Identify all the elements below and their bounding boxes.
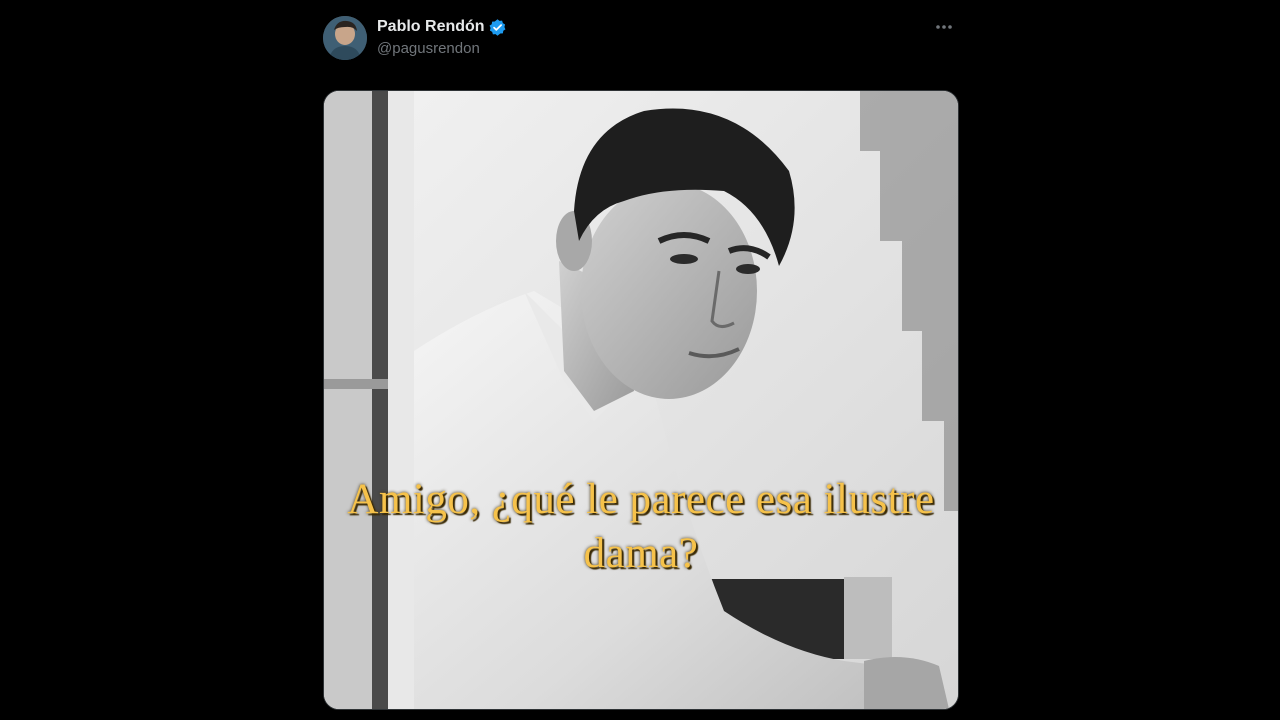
avatar-photo-icon bbox=[323, 16, 367, 60]
tweet: Pablo Rendón @pagusrendon Amigo, ¿qué le… bbox=[323, 14, 959, 720]
more-options-button[interactable] bbox=[931, 16, 957, 38]
author-display-name[interactable]: Pablo Rendón bbox=[377, 16, 485, 38]
tweet-header: Pablo Rendón @pagusrendon bbox=[323, 14, 957, 64]
photo-image bbox=[324, 91, 958, 709]
author-handle[interactable]: @pagusrendon bbox=[377, 38, 507, 60]
author-avatar[interactable] bbox=[323, 16, 367, 60]
tweet-media[interactable]: Amigo, ¿qué le parece esa ilustre dama? bbox=[323, 90, 959, 710]
more-horizontal-icon bbox=[936, 25, 952, 29]
verified-badge-icon[interactable] bbox=[488, 18, 507, 37]
author-names: Pablo Rendón @pagusrendon bbox=[377, 16, 507, 60]
image-caption-overlay: Amigo, ¿qué le parece esa ilustre dama? bbox=[347, 476, 935, 577]
display-name-row: Pablo Rendón bbox=[377, 16, 507, 38]
